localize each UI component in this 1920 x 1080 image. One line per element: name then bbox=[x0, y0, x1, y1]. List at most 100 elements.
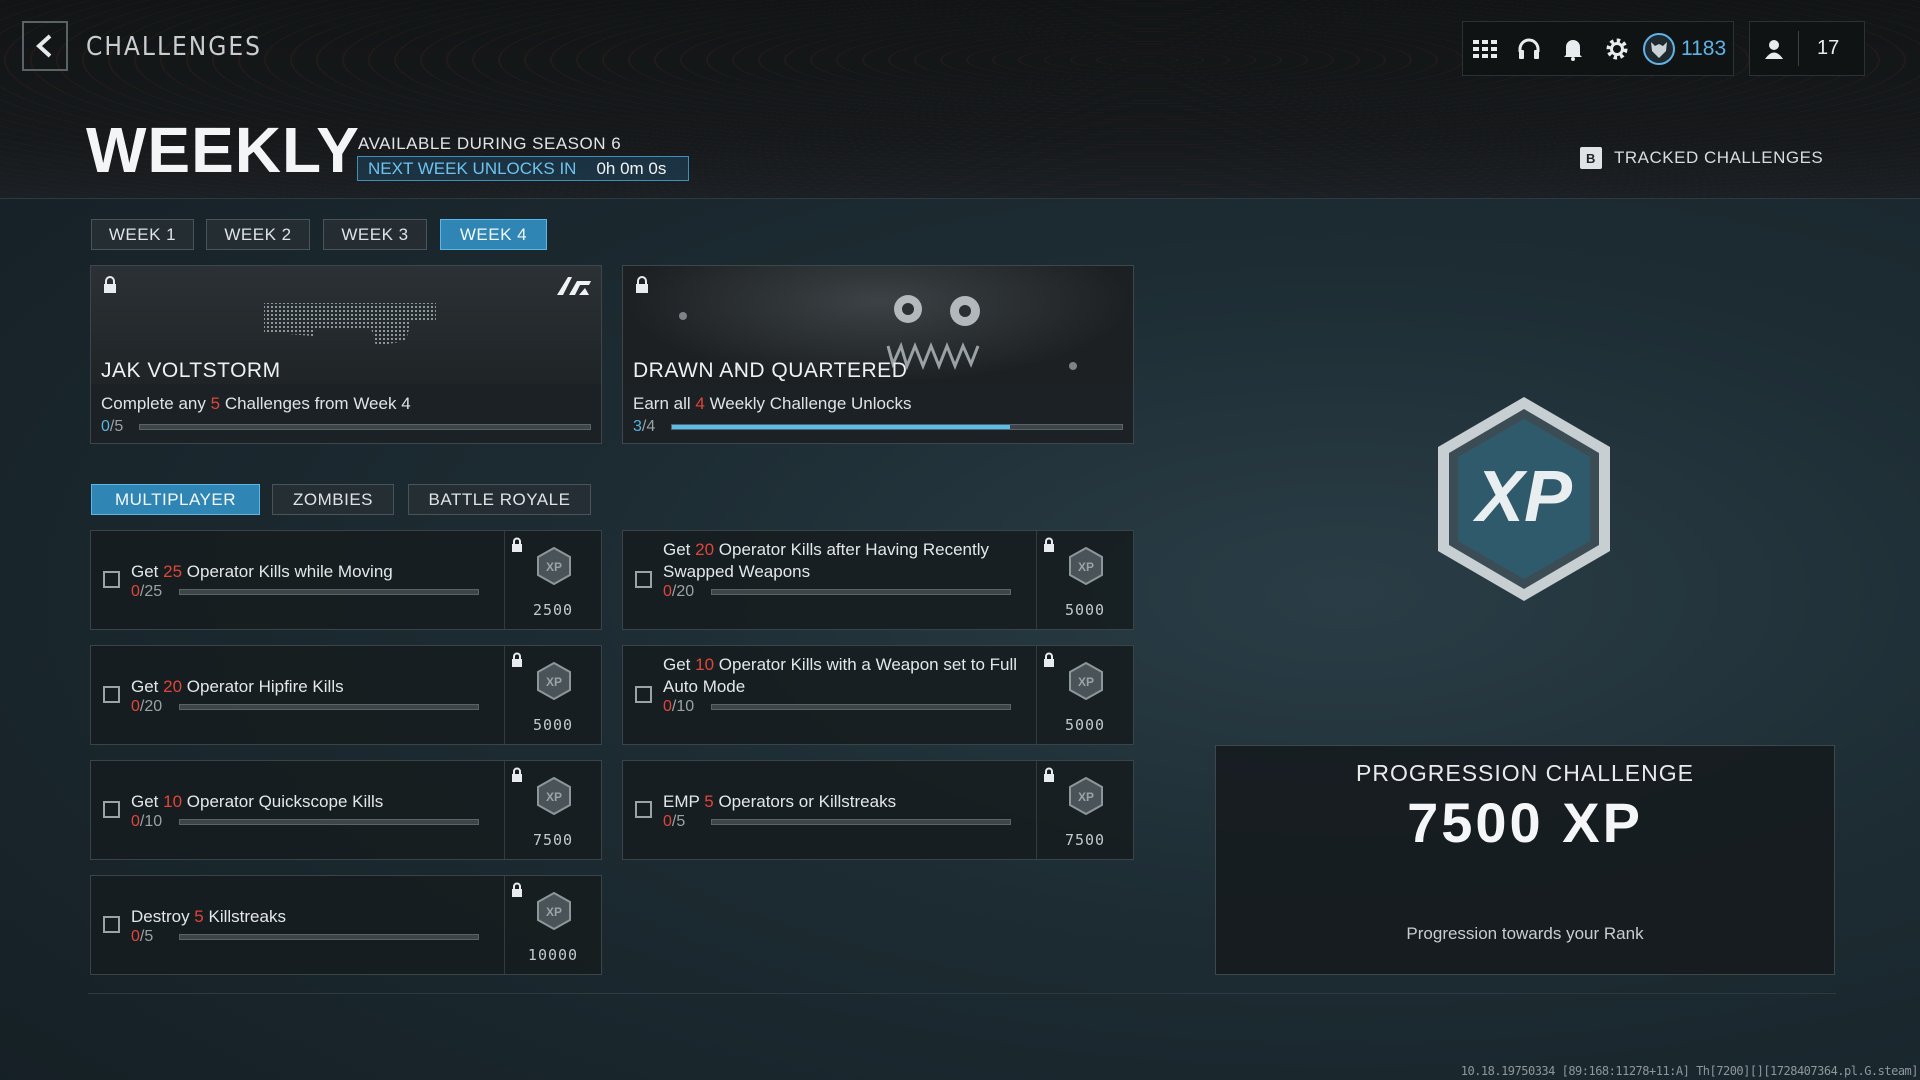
xp-hex-icon: XP bbox=[537, 891, 571, 935]
svg-text:XP: XP bbox=[546, 790, 562, 804]
xp-hex-icon: XP bbox=[537, 776, 571, 820]
progression-xp: 7500 XP bbox=[1407, 791, 1643, 854]
tab-zombies[interactable]: ZOMBIES bbox=[272, 484, 394, 515]
challenge-text: Destroy 5 Killstreaks bbox=[131, 907, 286, 926]
unlock-time: 0h 0m 0s bbox=[596, 158, 667, 178]
xp-reward-value: 2500 bbox=[532, 601, 574, 619]
xp-hex-icon: XP bbox=[1069, 661, 1103, 705]
challenge-progress-bar bbox=[179, 704, 479, 710]
back-button[interactable] bbox=[22, 21, 68, 71]
tab-week-2[interactable]: WEEK 2 bbox=[206, 219, 310, 250]
challenge-card[interactable]: Get 25 Operator Kills while Moving 0/25 … bbox=[90, 530, 602, 630]
tab-week-1[interactable]: WEEK 1 bbox=[91, 219, 194, 250]
challenge-progress-text: 0/25 bbox=[131, 583, 163, 600]
unlock-timer: NEXT WEEK UNLOCKS IN 0h 0m 0s bbox=[357, 156, 689, 181]
xp-hex-icon: XP bbox=[537, 661, 571, 705]
tracked-challenges-button[interactable]: B TRACKED CHALLENGES bbox=[1580, 147, 1823, 169]
reward-box: XP 10000 bbox=[504, 876, 601, 974]
lock-icon bbox=[635, 276, 649, 299]
track-checkbox[interactable] bbox=[103, 571, 120, 588]
svg-text:XP: XP bbox=[1078, 675, 1094, 689]
svg-text:XP: XP bbox=[1472, 457, 1573, 537]
lock-icon bbox=[103, 276, 117, 299]
unlock-card-2[interactable]: DRAWN AND QUARTERED Earn all 4 Weekly Ch… bbox=[622, 265, 1134, 444]
challenge-progress-bar bbox=[179, 819, 479, 825]
xp-reward-value: 10000 bbox=[527, 946, 579, 964]
tab-battle-royale[interactable]: BATTLE ROYALE bbox=[408, 484, 591, 515]
challenge-progress-text: 0/5 bbox=[663, 813, 686, 830]
unlock-card-1[interactable]: JAK VOLTSTORM Complete any 5 Challenges … bbox=[90, 265, 602, 444]
challenge-progress-bar bbox=[711, 589, 1011, 595]
tab-week-3[interactable]: WEEK 3 bbox=[323, 219, 427, 250]
challenge-progress-text: 0/5 bbox=[131, 928, 154, 945]
tab-week-4[interactable]: WEEK 4 bbox=[440, 219, 547, 250]
challenge-text: EMP 5 Operators or Killstreaks bbox=[663, 792, 897, 811]
reward-box: XP 5000 bbox=[1036, 646, 1133, 744]
progression-panel: PROGRESSION CHALLENGE 7500 XP Progressio… bbox=[1215, 745, 1835, 975]
player-count: 17 bbox=[1817, 37, 1840, 59]
unlock-description: Earn all 4 Weekly Challenge Unlocks bbox=[633, 394, 912, 413]
xp-hex-icon: XP bbox=[1069, 776, 1103, 820]
svg-text:XP: XP bbox=[1078, 790, 1094, 804]
progression-title: PROGRESSION CHALLENGE bbox=[1356, 760, 1694, 786]
xp-reward-value: 5000 bbox=[1064, 716, 1106, 734]
reward-box: XP 5000 bbox=[1036, 531, 1133, 629]
reward-box: XP 5000 bbox=[504, 646, 601, 744]
challenge-progress-text: 0/10 bbox=[663, 698, 695, 715]
svg-text:XP: XP bbox=[546, 675, 562, 689]
track-checkbox[interactable] bbox=[103, 686, 120, 703]
track-checkbox[interactable] bbox=[635, 571, 652, 588]
challenge-card[interactable]: Get 10 Operator Quickscope Kills 0/10 XP… bbox=[90, 760, 602, 860]
unlock-progress-bar bbox=[671, 424, 1123, 430]
headset-icon[interactable] bbox=[1507, 22, 1551, 75]
challenge-card[interactable]: EMP 5 Operators or Killstreaks 0/5 XP 75… bbox=[622, 760, 1134, 860]
unlock-progress-text: 0/5 bbox=[101, 418, 124, 435]
party-box[interactable]: 17 bbox=[1749, 21, 1865, 76]
challenge-progress-text: 0/10 bbox=[131, 813, 163, 830]
currency-value: 1183 bbox=[1681, 36, 1727, 60]
xp-reward-value: 5000 bbox=[532, 716, 574, 734]
reward-box: XP 2500 bbox=[504, 531, 601, 629]
xp-hex-icon: XP bbox=[537, 546, 571, 590]
challenge-progress-bar bbox=[179, 934, 479, 940]
challenge-text: Get 20 Operator Hipfire Kills bbox=[131, 677, 344, 696]
unlock-description: Complete any 5 Challenges from Week 4 bbox=[101, 394, 411, 413]
gear-icon[interactable] bbox=[1595, 22, 1639, 75]
svg-text:XP: XP bbox=[1078, 560, 1094, 574]
section-title: CHALLENGES bbox=[86, 32, 263, 62]
divider bbox=[88, 993, 1836, 994]
challenge-card[interactable]: Get 20 Operator Kills after Having Recen… bbox=[622, 530, 1134, 630]
track-checkbox[interactable] bbox=[103, 801, 120, 818]
top-icon-bar: 1183 bbox=[1462, 21, 1734, 76]
operator-icon bbox=[1750, 38, 1798, 60]
bell-icon[interactable] bbox=[1551, 22, 1595, 75]
xp-hex-icon: XP bbox=[1069, 546, 1103, 590]
challenge-card[interactable]: Get 10 Operator Kills with a Weapon set … bbox=[622, 645, 1134, 745]
xp-badge-icon: XP bbox=[1432, 393, 1616, 618]
key-b-icon: B bbox=[1580, 147, 1602, 169]
reward-box: XP 7500 bbox=[1036, 761, 1133, 859]
unlock-name: DRAWN AND QUARTERED bbox=[633, 359, 908, 382]
challenge-progress-text: 0/20 bbox=[131, 698, 163, 715]
xp-reward-value: 7500 bbox=[1064, 831, 1106, 849]
challenge-progress-bar bbox=[711, 704, 1011, 710]
reward-box: XP 7500 bbox=[504, 761, 601, 859]
progression-subtitle: Progression towards your Rank bbox=[1406, 924, 1644, 943]
grid-icon[interactable] bbox=[1463, 22, 1507, 75]
track-checkbox[interactable] bbox=[635, 686, 652, 703]
unlock-progress-text: 3/4 bbox=[633, 418, 656, 435]
challenge-card[interactable]: Get 20 Operator Hipfire Kills 0/20 XP 50… bbox=[90, 645, 602, 745]
brand-logo-icon bbox=[557, 276, 591, 301]
back-arrow-icon bbox=[36, 34, 52, 58]
track-checkbox[interactable] bbox=[103, 916, 120, 933]
xp-reward-value: 5000 bbox=[1064, 601, 1106, 619]
challenge-card[interactable]: Destroy 5 Killstreaks 0/5 XP 10000 bbox=[90, 875, 602, 975]
wolf-emblem-icon bbox=[1639, 22, 1679, 75]
challenge-text: Get 20 Operator Kills after Having Recen… bbox=[663, 540, 989, 581]
challenge-progress-bar bbox=[711, 819, 1011, 825]
unlock-label: NEXT WEEK UNLOCKS IN bbox=[368, 158, 577, 178]
tab-multiplayer[interactable]: MULTIPLAYER bbox=[91, 484, 260, 515]
tracked-label: TRACKED CHALLENGES bbox=[1614, 148, 1824, 167]
unlock-name: JAK VOLTSTORM bbox=[101, 359, 281, 382]
track-checkbox[interactable] bbox=[635, 801, 652, 818]
